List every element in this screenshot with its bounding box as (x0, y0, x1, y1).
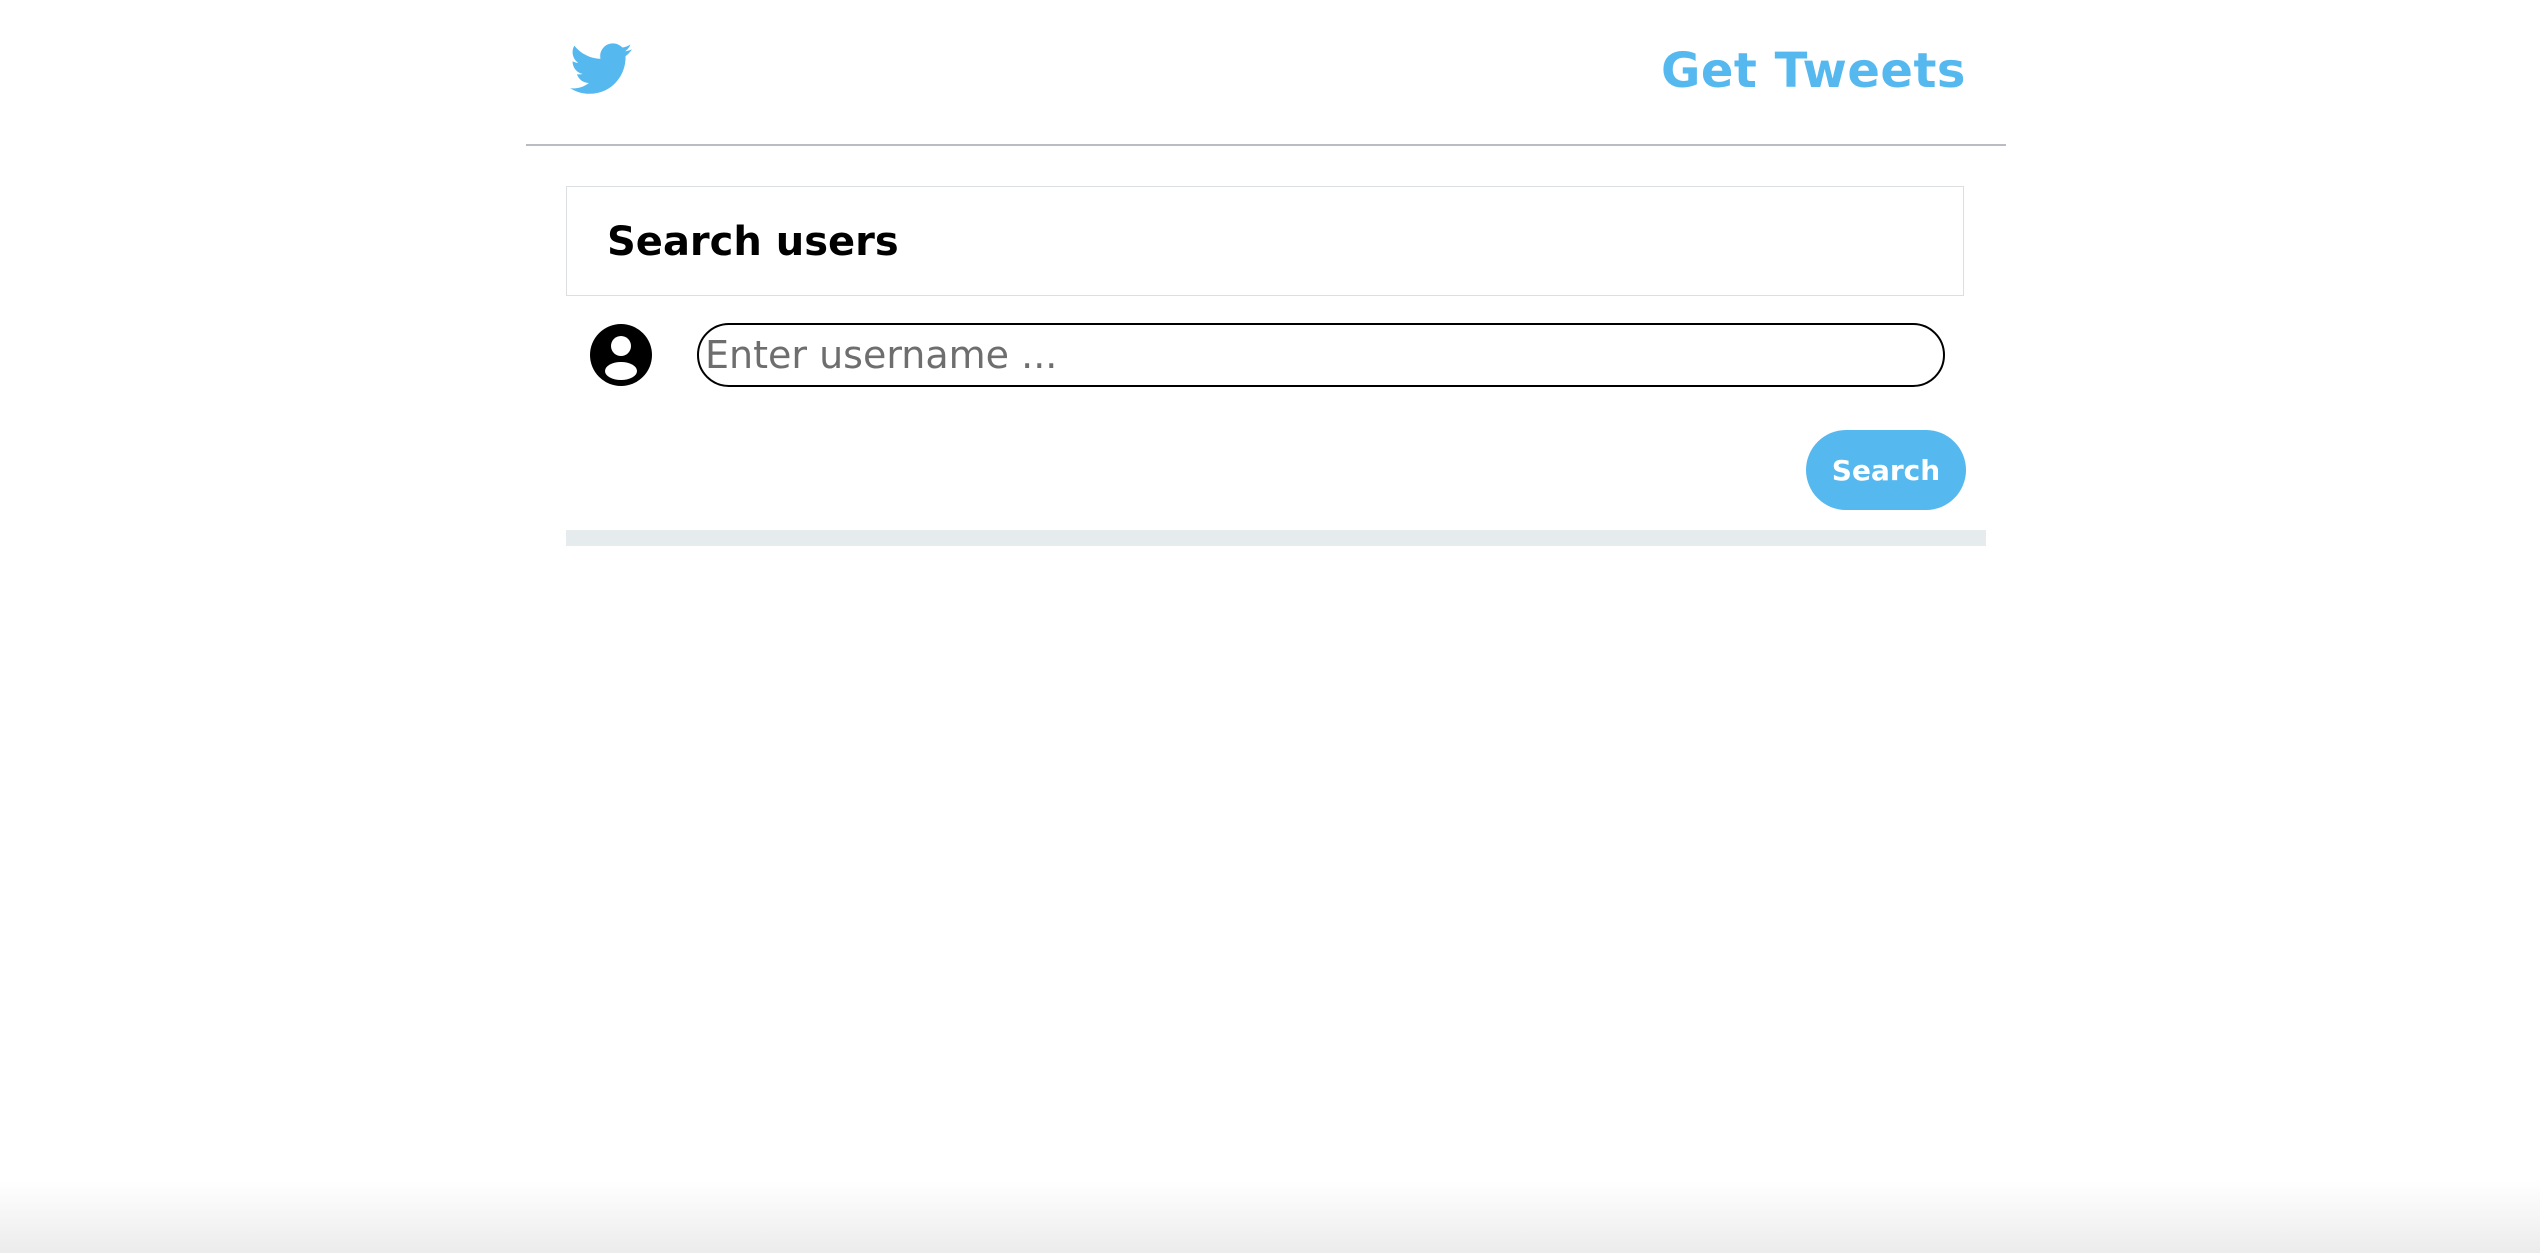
page-title: Search users (607, 219, 899, 265)
search-users-card: Search users (566, 186, 1964, 296)
user-circle-icon (590, 324, 652, 386)
get-tweets-link[interactable]: Get Tweets (1661, 36, 1966, 106)
top-navbar: Get Tweets (526, 0, 2006, 146)
search-button[interactable]: Search (1806, 430, 1966, 510)
twitter-bird-icon[interactable] (570, 42, 632, 96)
results-divider (566, 530, 1986, 546)
username-search-input[interactable] (697, 323, 1945, 387)
window-bottom-shadow (0, 1180, 2540, 1253)
page: Get Tweets Search users Search (0, 0, 2540, 1253)
